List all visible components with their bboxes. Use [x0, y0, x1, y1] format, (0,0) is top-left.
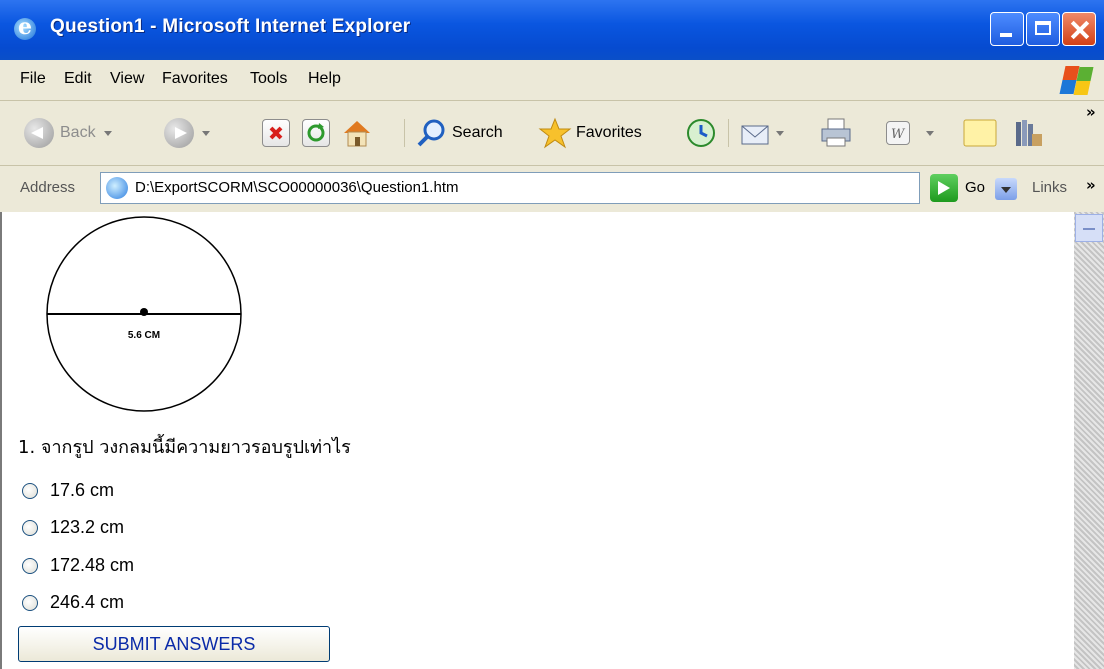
go-button[interactable]: Go — [965, 179, 985, 196]
mail-icon — [741, 125, 769, 145]
radio-button[interactable] — [22, 594, 38, 611]
search-label: Search — [452, 124, 503, 141]
svg-text:W: W — [891, 127, 906, 142]
printer-icon — [821, 118, 851, 147]
home-button[interactable] — [340, 115, 374, 151]
scrollbar-thumb[interactable] — [1075, 214, 1103, 242]
discuss-button[interactable] — [962, 115, 1000, 151]
answer-option-4[interactable]: 246.4 cm — [22, 592, 124, 613]
address-label: Address — [20, 179, 76, 196]
maximize-icon — [1027, 13, 1059, 45]
forward-dropdown-icon[interactable] — [202, 130, 210, 136]
back-button[interactable]: Back — [24, 115, 112, 151]
menu-tools[interactable]: Tools — [250, 70, 287, 88]
note-icon — [963, 119, 997, 147]
edit-word-button[interactable]: W — [886, 115, 934, 151]
stop-button[interactable] — [262, 115, 290, 151]
forward-button[interactable] — [164, 115, 210, 151]
refresh-button[interactable] — [302, 115, 330, 151]
menu-bar: File Edit View Favorites Tools Help — [0, 60, 1104, 101]
answer-option-2[interactable]: 123.2 cm — [22, 517, 124, 538]
favorites-button[interactable]: Favorites — [538, 115, 642, 151]
window-title: Question1 - Microsoft Internet Explorer — [50, 16, 411, 37]
history-icon — [687, 119, 715, 147]
mail-dropdown-icon[interactable] — [776, 130, 784, 136]
answer-label: 123.2 cm — [50, 517, 125, 537]
answer-label: 172.48 cm — [50, 555, 135, 575]
menu-favorites[interactable]: Favorites — [162, 70, 228, 88]
toolbar-separator — [728, 119, 729, 147]
go-arrow-icon[interactable] — [930, 174, 958, 202]
minimize-icon — [991, 13, 1023, 45]
search-button[interactable]: Search — [414, 115, 503, 151]
minimize-button[interactable] — [990, 12, 1024, 46]
submit-answers-button[interactable]: SUBMIT ANSWERS — [18, 626, 330, 662]
question-text: 1. จากรูป วงกลมนี้มีความยาวรอบรูปเท่าไร — [18, 437, 351, 458]
research-books-icon — [1016, 120, 1042, 146]
answer-label: 17.6 cm — [50, 480, 115, 500]
links-button[interactable]: Links — [1032, 179, 1067, 196]
favorites-star-icon — [538, 117, 572, 149]
answer-option-1[interactable]: 17.6 cm — [22, 480, 114, 501]
refresh-icon — [302, 119, 330, 147]
back-dropdown-icon[interactable] — [103, 130, 112, 136]
toolbar-separator — [404, 119, 405, 147]
toolbar-chevron[interactable]: » — [1086, 103, 1096, 121]
research-button[interactable] — [1010, 115, 1044, 151]
address-dropdown-icon[interactable] — [995, 178, 1017, 200]
menu-file[interactable]: File — [20, 70, 46, 88]
answer-label: 246.4 cm — [50, 592, 125, 612]
menu-view[interactable]: View — [110, 70, 144, 88]
title-bar: Question1 - Microsoft Internet Explorer — [0, 0, 1104, 60]
home-icon — [344, 121, 370, 147]
center-point — [140, 308, 148, 316]
radio-button[interactable] — [22, 519, 38, 536]
edit-dropdown-icon[interactable] — [926, 130, 934, 136]
stop-icon — [262, 119, 290, 147]
toolbar: Back Search Favorites W » — [0, 101, 1104, 166]
back-arrow-icon — [24, 118, 54, 148]
close-button[interactable] — [1062, 12, 1096, 46]
circle-figure: 5.6 CM — [46, 216, 242, 412]
ie-logo-icon — [14, 14, 36, 40]
address-bar: Address D:\ExportSCORM\SCO00000036\Quest… — [0, 166, 1104, 214]
diameter-label: 5.6 CM — [128, 330, 160, 341]
forward-arrow-icon — [164, 118, 194, 148]
radio-button[interactable] — [22, 482, 38, 499]
maximize-button[interactable] — [1026, 12, 1060, 46]
answer-option-3[interactable]: 172.48 cm — [22, 555, 134, 576]
windows-logo-icon — [1058, 64, 1094, 96]
radio-button[interactable] — [22, 557, 38, 574]
history-button[interactable] — [684, 115, 718, 151]
address-input[interactable]: D:\ExportSCORM\SCO00000036\Question1.htm — [100, 172, 1017, 204]
vertical-scrollbar[interactable] — [1074, 212, 1104, 669]
word-icon: W — [886, 121, 910, 145]
back-label: Back — [60, 124, 96, 141]
menu-help[interactable]: Help — [308, 70, 341, 88]
close-icon — [1063, 13, 1095, 45]
search-icon — [417, 119, 445, 147]
mail-button[interactable] — [738, 115, 784, 151]
address-url: D:\ExportSCORM\SCO00000036\Question1.htm — [135, 179, 459, 196]
favorites-label: Favorites — [576, 124, 642, 141]
menu-edit[interactable]: Edit — [64, 70, 92, 88]
print-button[interactable] — [818, 115, 854, 151]
links-chevron[interactable]: » — [1086, 176, 1096, 194]
page-icon — [106, 177, 128, 199]
